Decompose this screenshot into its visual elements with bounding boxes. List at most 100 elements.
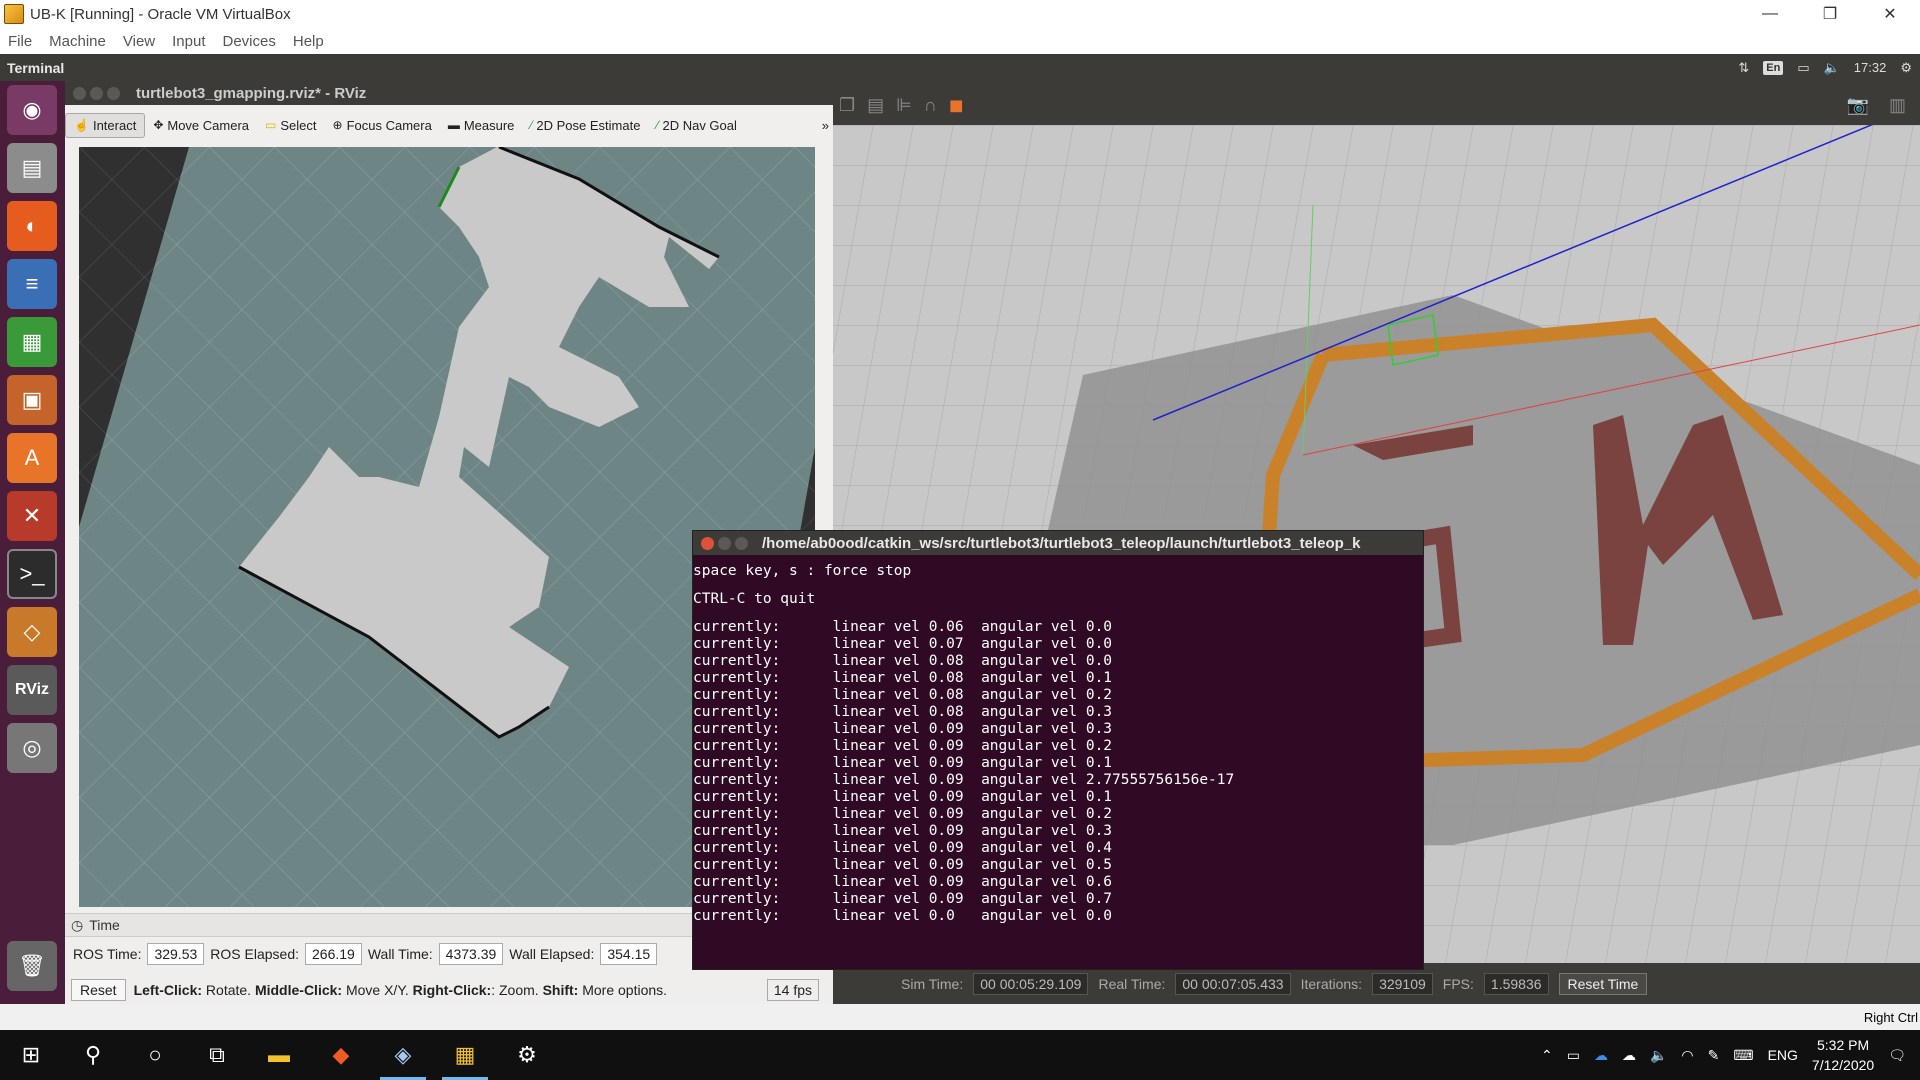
terminal-minimize-button[interactable]: [718, 536, 731, 550]
ubuntu-launcher: ◉ ▤ ◐ ≡ ▦ ▣ A ✕ >_ ◇ RViz ◎ 🗑: [0, 81, 65, 1004]
pen-icon[interactable]: ✎: [1708, 1047, 1720, 1064]
menu-devices[interactable]: Devices: [215, 33, 285, 50]
tool-2d-nav-goal[interactable]: ⁄ 2D Nav Goal: [648, 114, 744, 137]
select-icon: ▭: [265, 118, 277, 132]
terminal-line: currently: linear vel 0.09 angular vel 0…: [693, 755, 1113, 771]
menu-view[interactable]: View: [115, 33, 164, 50]
terminal-output[interactable]: space key, s : force stop CTRL-C to quit c…: [693, 555, 1423, 925]
rviz-title: turtlebot3_gmapping.rviz* - RViz: [136, 84, 367, 102]
writer-icon[interactable]: ≡: [7, 259, 57, 309]
rviz-close-button[interactable]: [73, 86, 86, 100]
terminal-line: space key, s : force stop: [693, 563, 912, 579]
tool-measure[interactable]: ▬ Measure: [440, 114, 523, 137]
toolbar-overflow-icon[interactable]: »: [822, 118, 829, 133]
terminal-line: currently: linear vel 0.09 angular vel 0…: [693, 721, 1113, 737]
rviz-maximize-button[interactable]: [107, 86, 120, 100]
tray-chevron-icon[interactable]: ⌃: [1541, 1047, 1553, 1064]
terminal-close-button[interactable]: [701, 536, 714, 550]
files-icon[interactable]: ▤: [7, 143, 57, 193]
cortana-icon[interactable]: ○: [124, 1030, 186, 1080]
tray-volume-icon[interactable]: 🔈: [1650, 1047, 1667, 1064]
terminal-line: currently: linear vel 0.09 angular vel 0…: [693, 840, 1113, 856]
log-icon[interactable]: ▥: [1889, 95, 1906, 116]
wifi-icon[interactable]: ◠: [1681, 1047, 1693, 1064]
windows-taskbar: ⊞ ⚲ ○ ⧉ ▬ ◆ ◈ ▦ ⚙ ⌃ ▭ ☁ ☁ 🔈 ◠ ✎ ⌨ ENG 5:…: [0, 1030, 1920, 1080]
terminal-window[interactable]: /home/ab0ood/catkin_ws/src/turtlebot3/tu…: [692, 530, 1424, 970]
volume-icon[interactable]: 🔈: [1824, 60, 1840, 76]
sim-time-label: Sim Time:: [901, 975, 964, 992]
terminal-icon[interactable]: >_: [7, 549, 57, 599]
rviz-minimize-button[interactable]: [90, 86, 103, 100]
firefox-icon[interactable]: ◐: [7, 201, 57, 251]
rviz-icon[interactable]: RViz: [7, 665, 57, 715]
terminal-maximize-button[interactable]: [735, 536, 748, 550]
wall-elapsed-field[interactable]: 354.15: [600, 943, 658, 965]
language-indicator[interactable]: ENG: [1768, 1047, 1798, 1063]
host-window-title: UB-K [Running] - Oracle VM VirtualBox: [30, 5, 291, 23]
tool-move-camera[interactable]: ✥ Move Camera: [145, 114, 257, 137]
task-view-icon[interactable]: ⧉: [186, 1030, 248, 1080]
restore-button[interactable]: ❐: [1800, 0, 1860, 28]
settings-icon[interactable]: ⚙: [496, 1030, 558, 1080]
dvd-icon[interactable]: ◎: [7, 723, 57, 773]
network-icon[interactable]: ⇅: [1738, 60, 1749, 76]
terminal-line: currently: linear vel 0.09 angular vel 0…: [693, 857, 1113, 873]
clock[interactable]: 17:32: [1854, 60, 1887, 75]
terminal-line: currently: linear vel 0.09 angular vel 0…: [693, 874, 1113, 890]
minimize-button[interactable]: —: [1740, 0, 1800, 28]
terminal-line: currently: linear vel 0.09 angular vel 0…: [693, 738, 1113, 754]
screenshot-icon[interactable]: 📷: [1847, 95, 1869, 116]
menu-help[interactable]: Help: [285, 33, 333, 50]
view-angle-icon[interactable]: ◼: [949, 95, 964, 116]
tool-focus-camera[interactable]: ⊕ Focus Camera: [325, 114, 440, 137]
ros-elapsed-field[interactable]: 266.19: [305, 943, 362, 965]
battery-icon[interactable]: ▭: [1797, 60, 1809, 76]
menu-input[interactable]: Input: [164, 33, 214, 50]
calc-icon[interactable]: ▦: [7, 317, 57, 367]
settings-gear-icon[interactable]: ⚙: [1900, 60, 1912, 76]
brave-browser-icon[interactable]: ◆: [310, 1030, 372, 1080]
virtualbox-launcher-icon[interactable]: ◇: [7, 607, 57, 657]
search-icon[interactable]: ⚲: [62, 1030, 124, 1080]
snap-icon[interactable]: ∩: [924, 95, 937, 116]
software-center-icon[interactable]: A: [7, 433, 57, 483]
onedrive-icon[interactable]: ☁: [1594, 1047, 1608, 1064]
menu-file[interactable]: File: [0, 33, 41, 50]
reset-time-button[interactable]: Reset Time: [1558, 972, 1648, 995]
keyboard-icon[interactable]: ⌨: [1733, 1047, 1753, 1064]
paste-icon[interactable]: ▤: [867, 95, 884, 116]
impress-icon[interactable]: ▣: [7, 375, 57, 425]
host-titlebar: UB-K [Running] - Oracle VM VirtualBox — …: [0, 0, 1920, 28]
terminal-line: currently: linear vel 0.08 angular vel 0…: [693, 670, 1113, 686]
vm-window-taskbar-icon[interactable]: ▦: [434, 1030, 496, 1080]
cloud-icon[interactable]: ☁: [1622, 1047, 1636, 1064]
file-explorer-icon[interactable]: ▬: [248, 1030, 310, 1080]
notifications-icon[interactable]: 🗨: [1888, 1047, 1906, 1064]
align-icon[interactable]: ⊫: [896, 95, 912, 116]
taskbar-clock[interactable]: 5:32 PM 7/12/2020: [1812, 1035, 1874, 1075]
terminal-line: currently: linear vel 0.0 angular vel 0.…: [693, 908, 1113, 924]
terminal-line: currently: linear vel 0.08 angular vel 0…: [693, 704, 1113, 720]
system-settings-icon[interactable]: ✕: [7, 491, 57, 541]
keyboard-layout[interactable]: En: [1763, 60, 1784, 75]
close-button[interactable]: ✕: [1860, 0, 1920, 28]
real-time-label: Real Time:: [1098, 975, 1166, 992]
tool-interact[interactable]: ☝ Interact: [65, 112, 146, 138]
wall-time-field[interactable]: 4373.39: [438, 943, 504, 965]
terminal-titlebar: /home/ab0ood/catkin_ws/src/turtlebot3/tu…: [693, 531, 1423, 555]
rviz-titlebar: turtlebot3_gmapping.rviz* - RViz: [65, 81, 833, 105]
copy-icon[interactable]: ❐: [839, 95, 855, 116]
tool-2d-pose-estimate[interactable]: ⁄ 2D Pose Estimate: [522, 114, 648, 137]
reset-button[interactable]: Reset: [71, 979, 126, 1001]
tool-select[interactable]: ▭ Select: [257, 114, 324, 137]
trash-icon[interactable]: 🗑: [7, 941, 57, 991]
gazebo-fps-field: 1.59836: [1483, 972, 1549, 995]
windows-start-icon[interactable]: ⊞: [0, 1030, 62, 1080]
virtualbox-icon: [4, 4, 24, 24]
ubuntu-dash-icon[interactable]: ◉: [7, 85, 57, 135]
virtualbox-taskbar-icon[interactable]: ◈: [372, 1030, 434, 1080]
ros-time-field[interactable]: 329.53: [147, 943, 205, 965]
menu-machine[interactable]: Machine: [41, 33, 115, 50]
tray-battery-icon[interactable]: ▭: [1567, 1047, 1580, 1064]
